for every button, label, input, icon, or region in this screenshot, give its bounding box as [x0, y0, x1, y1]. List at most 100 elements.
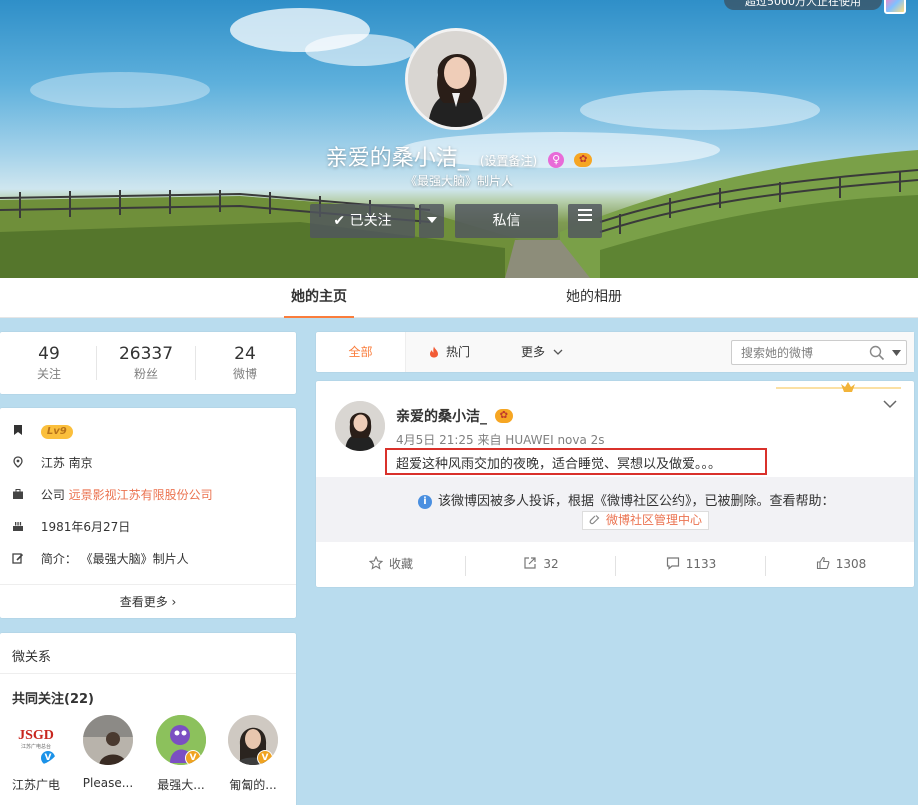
private-message-button[interactable]: 私信	[455, 204, 558, 238]
post-actions: 收藏 32 1133 1308	[316, 542, 914, 587]
post-text: 超爱这种风雨交加的夜晚，适合睡觉、冥想以及做爱。。。	[396, 457, 722, 472]
comment-count: 1133	[685, 557, 717, 571]
info-level-row: Lv9	[12, 421, 73, 441]
filter-tab-hot-label: 热门	[446, 345, 471, 359]
level-badge[interactable]: Lv9	[40, 425, 73, 439]
followed-button[interactable]: ✔ 已关注	[310, 204, 415, 238]
friend-name: Please...	[82, 776, 134, 790]
filter-tab-more[interactable]: 更多	[521, 332, 563, 372]
deleted-notice-text: 该微博因被多人投诉，根据《微博社区公约》，已被删除。查看帮助：	[438, 494, 835, 509]
filter-tab-more-label: 更多	[521, 345, 546, 359]
birthday-text: 1981年6月27日	[40, 520, 131, 534]
feed-filter-bar: 全部 热门 更多	[316, 332, 914, 372]
help-center-link[interactable]: 微博社区管理中心	[582, 511, 710, 530]
stat-weibo-label: 微博	[232, 367, 257, 381]
stat-following-label: 关注	[36, 367, 61, 381]
jsgd-logo-text: JSGD	[18, 728, 54, 743]
thumbs-up-icon	[816, 556, 830, 570]
crown-decoration-icon	[776, 382, 901, 392]
verified-yellow-icon: V	[257, 750, 273, 765]
stats-card: 49 关注 26337 粉丝 24 微博	[0, 332, 296, 394]
star-icon	[368, 555, 384, 570]
briefcase-icon	[13, 489, 23, 499]
post-author-name[interactable]: 亲爱的桑小洁_ ✿	[396, 406, 513, 426]
tab-home[interactable]: 她的主页	[284, 278, 354, 318]
edit-icon	[12, 553, 24, 564]
forward-button[interactable]: 32	[466, 542, 616, 587]
friend-name: 最强大...	[157, 778, 205, 792]
promo-banner[interactable]: 超过5000万人正在使用	[724, 0, 882, 10]
post-author-name-text: 亲爱的桑小洁_	[396, 409, 487, 425]
info-birthday-row: 1981年6月27日	[12, 517, 130, 537]
cake-icon	[13, 522, 23, 531]
stat-following-count: 49	[38, 344, 60, 364]
friend-name: 江苏广电	[11, 778, 60, 792]
profile-description: 《最强大脑》制片人	[404, 174, 513, 188]
filter-tab-hot[interactable]: 热门	[428, 332, 470, 372]
friend-avatar	[83, 715, 133, 765]
verified-yellow-icon: V	[185, 750, 201, 765]
filter-tab-all[interactable]: 全部	[316, 332, 406, 372]
more-menu-button[interactable]	[568, 204, 602, 238]
profile-info-card: Lv9 江苏 南京 公司 远景影视江苏有限股份公司 1981年6月27日 简介：…	[0, 408, 296, 618]
feed-post: 亲爱的桑小洁_ ✿ 4月5日 21:25 来自 HUAWEI nova 2s 超…	[316, 381, 914, 587]
friend-item[interactable]: JSGD 江苏广电总台 V 江苏广电	[6, 715, 66, 793]
relations-card: 微关系 共同关注(22) JSGD 江苏广电总台 V 江苏广电 Please..…	[0, 633, 296, 805]
profile-name-line: 亲爱的桑小洁_ (设置备注) ♀ ✿	[0, 140, 918, 172]
comment-icon	[666, 557, 679, 570]
info-location-row: 江苏 南京	[12, 453, 93, 473]
search-icon[interactable]	[869, 345, 885, 361]
chevron-down-icon	[426, 217, 437, 223]
vip-icon[interactable]: ✿	[574, 153, 593, 167]
friend-item[interactable]: V 最强大...	[151, 715, 211, 793]
set-remark-link[interactable]: (设置备注)	[480, 154, 537, 168]
follow-dropdown-button[interactable]	[419, 204, 444, 238]
divider	[0, 673, 296, 674]
post-meta[interactable]: 4月5日 21:25 来自 HUAWEI nova 2s	[396, 431, 605, 448]
caret-down-icon[interactable]	[892, 350, 901, 356]
collect-label: 收藏	[388, 557, 413, 571]
chevron-down-icon[interactable]	[882, 399, 898, 409]
bio-text: 《最强大脑》制片人	[80, 552, 189, 566]
post-author-avatar[interactable]	[335, 401, 385, 451]
chevron-down-icon	[553, 349, 563, 355]
info-bio-row: 简介： 《最强大脑》制片人	[12, 549, 189, 569]
flame-icon	[430, 346, 438, 358]
stat-weibo-count: 24	[234, 344, 256, 364]
help-center-link-text: 微博社区管理中心	[606, 513, 703, 527]
link-icon	[589, 515, 600, 525]
female-icon: ♀	[548, 152, 565, 168]
bio-label: 简介：	[40, 552, 77, 566]
common-follow-title[interactable]: 共同关注(22)	[12, 688, 94, 707]
feed-search	[731, 340, 907, 365]
deleted-notice: i 该微博因被多人投诉，根据《微博社区公约》，已被删除。查看帮助：	[418, 490, 835, 509]
stat-fans-count: 26337	[118, 344, 174, 364]
stat-weibo[interactable]: 24 微博	[196, 344, 294, 382]
forward-count: 32	[543, 557, 559, 571]
profile-avatar[interactable]	[405, 28, 507, 130]
stat-following[interactable]: 49 关注	[0, 344, 98, 382]
like-count: 1308	[835, 557, 867, 571]
skin-icon[interactable]	[884, 0, 906, 14]
tab-album[interactable]: 她的相册	[556, 278, 632, 318]
comment-button[interactable]: 1133	[616, 542, 766, 587]
friend-name: 匍匐的...	[229, 778, 277, 792]
stat-fans-label: 粉丝	[133, 367, 158, 381]
info-icon: i	[418, 495, 432, 509]
company-link[interactable]: 远景影视江苏有限股份公司	[69, 488, 213, 502]
stat-fans[interactable]: 26337 粉丝	[97, 344, 195, 382]
verified-blue-icon: V	[40, 750, 56, 765]
feed-search-input[interactable]	[732, 341, 860, 364]
company-label: 公司	[40, 488, 65, 502]
friend-item[interactable]: Please...	[78, 715, 138, 790]
friend-item[interactable]: V 匍匐的...	[223, 715, 283, 793]
profile-avatar-image	[408, 31, 504, 127]
location-icon	[13, 456, 23, 468]
like-button[interactable]: 1308	[766, 542, 916, 587]
view-more-link[interactable]: 查看更多 ›	[0, 584, 296, 618]
cover-banner: 超过5000万人正在使用 亲爱的桑小洁_ (设置备注) ♀ ✿ 《最强大脑》制片…	[0, 0, 918, 278]
jsgd-logo-subtext: 江苏广电总台	[21, 743, 51, 750]
vip-icon[interactable]: ✿	[494, 409, 513, 423]
collect-button[interactable]: 收藏	[316, 542, 466, 587]
info-company-row: 公司 远景影视江苏有限股份公司	[12, 485, 213, 505]
